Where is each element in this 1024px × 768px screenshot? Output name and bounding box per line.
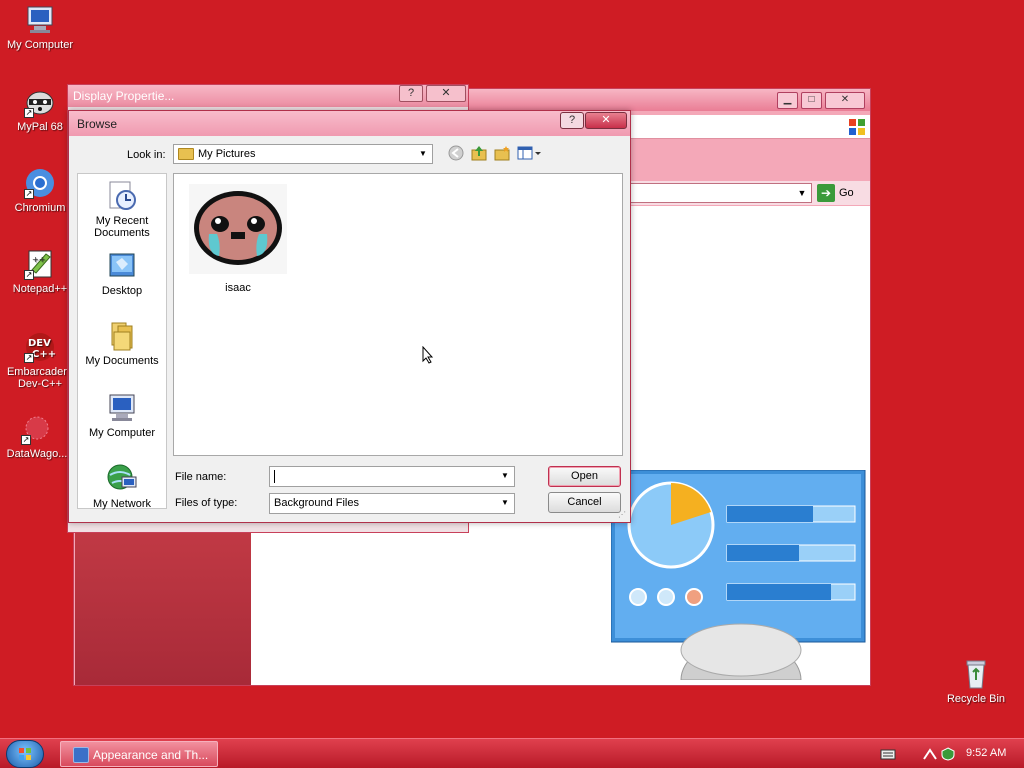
place-my-documents[interactable]: My Documents	[78, 320, 166, 367]
file-name-input[interactable]: ▼	[269, 466, 515, 487]
place-desktop[interactable]: Desktop	[78, 250, 166, 297]
taskbar: Appearance and Th... 9:52 AM	[0, 738, 1024, 768]
chevron-down-icon[interactable]: ▼	[795, 186, 809, 200]
mouse-pointer-icon	[422, 345, 434, 364]
taskbar-button-label: Appearance and Th...	[93, 748, 209, 762]
svg-text:C++: C++	[32, 349, 56, 360]
file-item[interactable]: isaac	[188, 184, 288, 294]
window-title: Display Propertie...	[73, 89, 175, 103]
my-documents-icon	[106, 320, 138, 352]
windows-logo-icon	[19, 748, 31, 760]
file-name-label: File name:	[175, 471, 227, 483]
close-button[interactable]: ✕	[585, 112, 627, 129]
network-tray-icon[interactable]	[922, 747, 938, 761]
cancel-button[interactable]: Cancel	[548, 492, 621, 513]
up-folder-icon[interactable]	[469, 145, 489, 163]
close-button[interactable]: ✕	[426, 85, 466, 102]
chevron-down-icon[interactable]: ▼	[499, 497, 511, 509]
svg-text:++: ++	[32, 255, 45, 264]
close-button[interactable]: ✕	[825, 92, 865, 109]
my-computer-icon	[106, 392, 138, 424]
new-folder-icon[interactable]	[492, 145, 512, 163]
places-bar: My Recent Documents Desktop My Documents…	[77, 173, 167, 510]
look-in-value: My Pictures	[198, 148, 256, 160]
resize-grip-icon[interactable]: ⋰	[618, 510, 628, 520]
go-label: Go	[839, 187, 854, 199]
open-button[interactable]: Open	[548, 466, 621, 487]
my-computer-icon	[24, 4, 56, 36]
place-label: Desktop	[101, 285, 143, 297]
file-type-value: Background Files	[274, 497, 359, 509]
place-label: My Computer	[88, 427, 156, 439]
place-label: My Recent Documents	[94, 215, 150, 239]
look-in-label: Look in:	[127, 149, 166, 161]
control-panel-illustration	[610, 469, 867, 681]
desktop-icon-my-computer[interactable]: My Computer	[0, 4, 80, 51]
task-pane	[75, 524, 251, 685]
keyboard-icon[interactable]	[880, 747, 896, 761]
folder-icon	[178, 148, 194, 160]
taskbar-button-appearance[interactable]: Appearance and Th...	[60, 741, 218, 767]
desktop-icon-label: DataWago...	[6, 448, 68, 460]
maximize-button[interactable]: □	[801, 92, 822, 109]
svg-text:DEV: DEV	[28, 338, 51, 349]
browse-dialog: Browse ? ✕ Look in: My Pictures ▼ My Rec…	[68, 110, 631, 523]
text-caret	[274, 470, 275, 483]
view-menu-icon[interactable]	[516, 145, 544, 163]
file-list-view[interactable]: isaac	[173, 173, 623, 456]
datawago-icon: ↗	[21, 413, 53, 445]
go-arrow-icon: ➔	[817, 184, 835, 202]
chromium-icon: ↗	[24, 167, 56, 199]
help-button[interactable]: ?	[560, 112, 584, 129]
desktop-icon	[106, 250, 138, 282]
control-panel-icon	[73, 747, 89, 763]
chevron-down-icon[interactable]: ▼	[499, 470, 511, 482]
windows-flag-icon	[848, 118, 866, 136]
taskbar-clock[interactable]: 9:52 AM	[966, 747, 1006, 759]
minimize-button[interactable]: ▁	[777, 92, 798, 109]
devcpp-icon: DEV C++ ↗	[24, 331, 56, 363]
place-recent-documents[interactable]: My Recent Documents	[78, 180, 166, 239]
go-button[interactable]: ➔ Go	[817, 183, 867, 203]
network-globe-icon	[106, 463, 138, 495]
back-icon[interactable]	[446, 145, 466, 163]
image-thumbnail	[189, 184, 287, 274]
file-type-label: Files of type:	[175, 497, 238, 509]
notepadpp-icon: ++ ↗	[24, 248, 56, 280]
file-name: isaac	[225, 282, 251, 294]
look-in-dropdown[interactable]: My Pictures ▼	[173, 144, 433, 164]
help-button[interactable]: ?	[399, 85, 423, 102]
file-type-dropdown[interactable]: Background Files ▼	[269, 493, 515, 514]
chevron-down-icon[interactable]: ▼	[416, 147, 430, 161]
start-button[interactable]	[6, 740, 44, 768]
place-label: My Documents	[85, 355, 159, 367]
place-label: My Network	[92, 498, 152, 510]
recycle-bin-icon	[960, 658, 992, 690]
security-tray-icon[interactable]	[940, 747, 956, 761]
recent-documents-icon	[106, 180, 138, 212]
place-my-network[interactable]: My Network	[78, 463, 166, 510]
desktop-icon-datawago[interactable]: ↗ DataWago...	[0, 413, 77, 460]
dialog-titlebar: Browse ? ✕	[69, 111, 630, 136]
desktop-icon-label: Recycle Bin	[946, 693, 1006, 705]
dialog-title: Browse	[77, 117, 118, 131]
mypal-icon: ↗	[24, 86, 56, 118]
desktop-icon-recycle-bin[interactable]: Recycle Bin	[936, 658, 1016, 705]
desktop-icon-label: My Computer	[6, 39, 74, 51]
place-my-computer[interactable]: My Computer	[78, 392, 166, 439]
